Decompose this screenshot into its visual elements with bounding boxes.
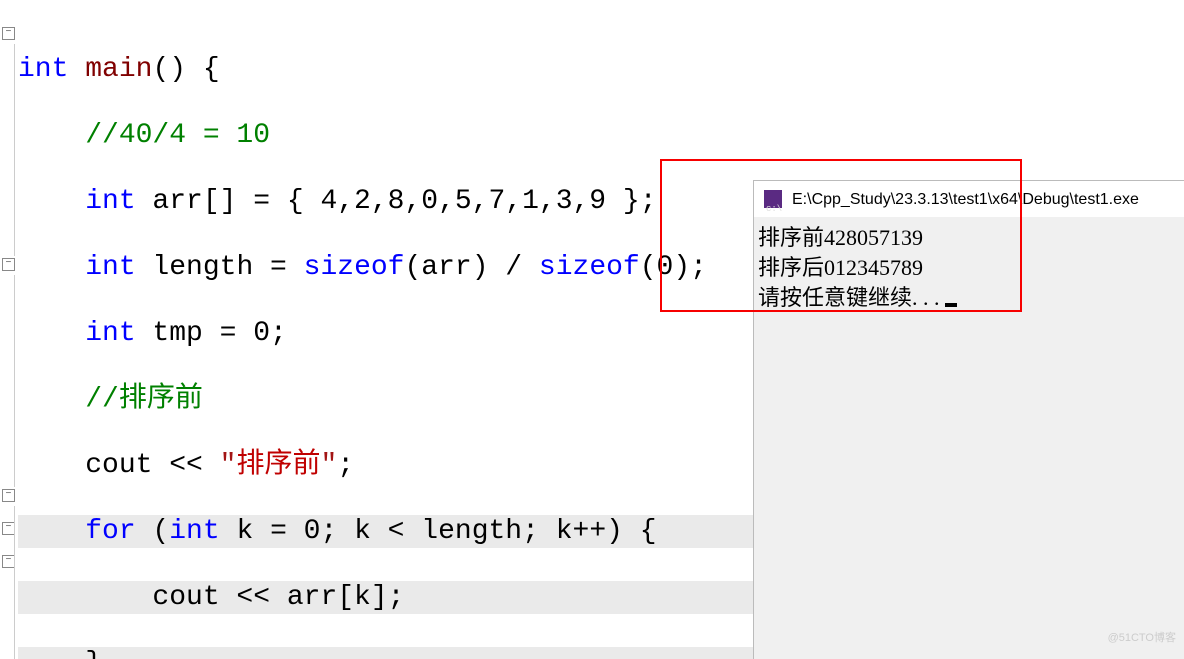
watermark: @51CTO博客 [1108, 622, 1176, 655]
code-editor[interactable]: int main() { //40/4 = 10 int arr[] = { 4… [18, 20, 757, 659]
console-titlebar[interactable]: E:\Cpp_Study\23.3.13\test1\x64\Debug\tes… [754, 181, 1184, 217]
fold-toggle[interactable]: − [2, 489, 15, 502]
console-title: E:\Cpp_Study\23.3.13\test1\x64\Debug\tes… [792, 183, 1139, 216]
cmd-icon [764, 190, 782, 208]
fold-toggle[interactable]: − [2, 258, 15, 271]
console-output: 排序前428057139 排序后012345789 请按任意键继续. . . [754, 217, 1184, 319]
console-cursor [945, 303, 957, 307]
console-window[interactable]: E:\Cpp_Study\23.3.13\test1\x64\Debug\tes… [753, 180, 1184, 659]
fold-toggle[interactable]: − [2, 27, 15, 40]
fold-gutter[interactable]: − − − − − [0, 0, 16, 659]
